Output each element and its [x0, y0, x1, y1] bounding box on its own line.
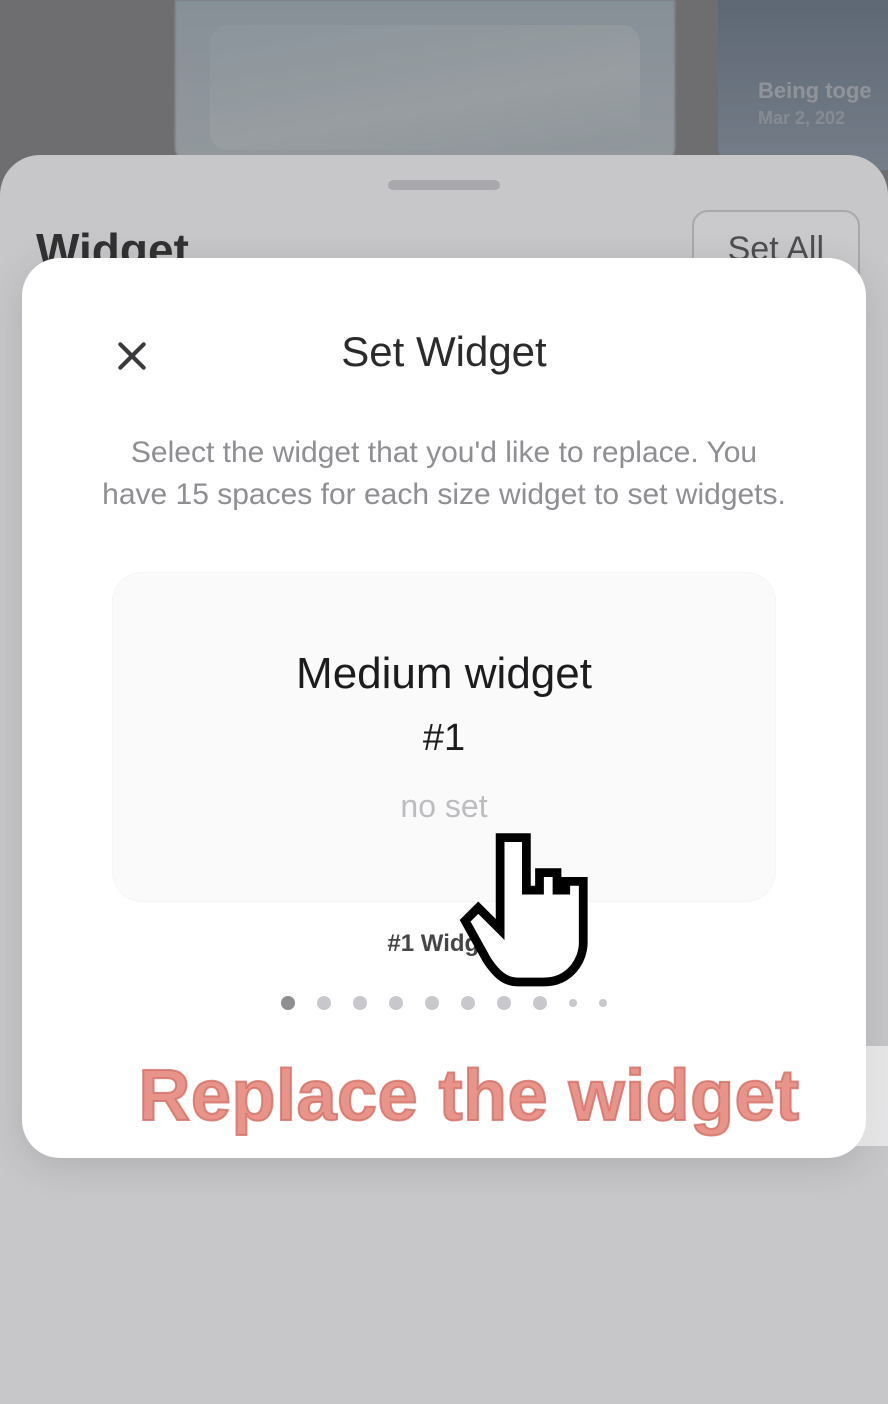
- page-dot[interactable]: [281, 996, 295, 1010]
- set-widget-modal: Set Widget Select the widget that you'd …: [22, 258, 866, 1158]
- page-dot[interactable]: [317, 996, 331, 1010]
- widget-number-label: #1: [423, 717, 465, 760]
- caption-overlay: Replace the widget: [50, 1046, 888, 1146]
- widget-size-label: Medium widget: [296, 649, 592, 699]
- background-preview-right: Being toge Mar 2, 202: [718, 0, 888, 170]
- page-dots[interactable]: [22, 996, 866, 1010]
- widget-caption: #1 Widget: [22, 930, 866, 958]
- page-dot[interactable]: [425, 996, 439, 1010]
- page-dot[interactable]: [461, 996, 475, 1010]
- page-dot[interactable]: [353, 996, 367, 1010]
- widget-status-label: no set: [400, 788, 487, 825]
- background-preview-text1: Being toge: [758, 78, 888, 104]
- widget-slot-card[interactable]: Medium widget #1 no set: [112, 572, 776, 902]
- background-preview-inner: [210, 25, 640, 150]
- modal-description: Select the widget that you'd like to rep…: [22, 432, 866, 516]
- page-dot[interactable]: [599, 999, 607, 1007]
- page-dot[interactable]: [497, 996, 511, 1010]
- close-icon[interactable]: [104, 328, 160, 384]
- page-dot[interactable]: [569, 999, 577, 1007]
- sheet-grabber[interactable]: [388, 180, 500, 190]
- background-preview-text2: Mar 2, 202: [758, 108, 888, 129]
- page-dot[interactable]: [389, 996, 403, 1010]
- page-dot[interactable]: [533, 996, 547, 1010]
